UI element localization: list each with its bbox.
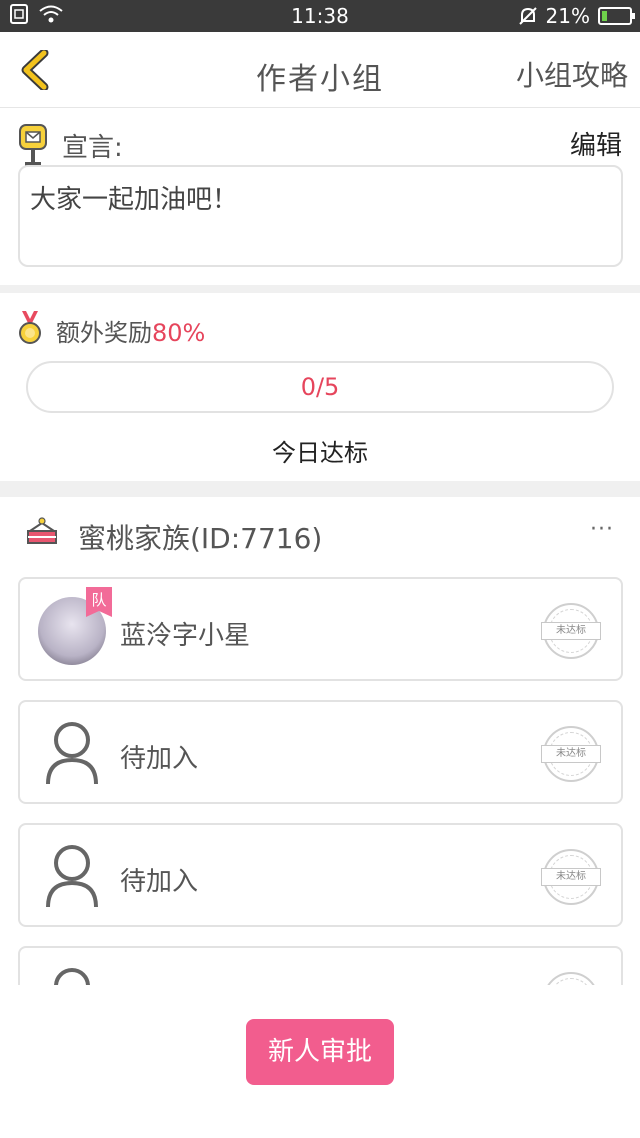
mute-bell-icon xyxy=(518,7,537,25)
declaration-label: 宣言: xyxy=(62,133,123,163)
stamp-text: 未达标 xyxy=(541,622,601,640)
not-qualified-stamp-icon: 未达标 xyxy=(541,726,601,782)
member-card[interactable]: 待加入 未达标 xyxy=(18,823,623,927)
stamp-text: 未达标 xyxy=(541,868,601,886)
not-qualified-stamp-icon: 未达标 xyxy=(541,603,601,659)
status-right-icons: 21% xyxy=(518,4,635,28)
extra-reward-label: 额外奖励80% xyxy=(56,313,205,348)
family-house-icon xyxy=(27,517,57,544)
member-card[interactable]: 队 蓝泠字小星 未达标 xyxy=(18,577,623,681)
medal-icon xyxy=(19,311,41,344)
member-list: 队 蓝泠字小星 未达标 待加入 未达标 待加入 未达标 xyxy=(0,567,640,985)
battery-percent: 21% xyxy=(545,4,590,28)
progress-text: 0/5 xyxy=(300,373,340,401)
person-placeholder-icon xyxy=(46,722,98,785)
member-name: 蓝泠字小星 xyxy=(120,621,251,651)
extra-reward-text: 额外奖励 xyxy=(56,319,152,347)
status-bar: 11:38 21% xyxy=(0,0,640,32)
not-qualified-stamp-icon: 未达标 xyxy=(541,849,601,905)
not-qualified-stamp-icon xyxy=(543,972,599,985)
edit-button[interactable]: 编辑 xyxy=(570,125,622,162)
section-divider xyxy=(0,481,640,497)
today-goal-label: 今日达标 xyxy=(272,439,368,467)
reward-section: 额外奖励80% 0/5 今日达标 xyxy=(0,293,640,481)
group-header: 蜜桃家族(ID:7716) ··· xyxy=(0,497,640,567)
battery-fill xyxy=(602,11,608,21)
member-card[interactable] xyxy=(18,946,623,985)
header: 作者小组 小组攻略 xyxy=(0,32,640,108)
person-placeholder-icon xyxy=(54,968,90,985)
group-name: 蜜桃家族(ID:7716) xyxy=(78,522,323,555)
new-member-approval-button[interactable]: 新人审批 xyxy=(246,1019,394,1085)
progress-bar: 0/5 xyxy=(26,361,614,413)
battery-icon xyxy=(598,7,635,25)
section-divider xyxy=(0,285,640,293)
member-card[interactable]: 待加入 未达标 xyxy=(18,700,623,804)
extra-reward-percent: 80% xyxy=(152,319,206,347)
member-name: 待加入 xyxy=(120,744,199,774)
declaration-text: 大家一起加油吧！ xyxy=(18,165,623,267)
mailbox-icon xyxy=(19,124,47,166)
more-options-icon[interactable]: ··· xyxy=(590,517,614,542)
person-placeholder-icon xyxy=(46,845,98,908)
member-name: 待加入 xyxy=(120,867,199,897)
declaration-section: 宣言: 编辑 大家一起加油吧！ xyxy=(0,109,640,285)
group-guide-link[interactable]: 小组攻略 xyxy=(516,54,628,94)
stamp-text: 未达标 xyxy=(541,745,601,763)
